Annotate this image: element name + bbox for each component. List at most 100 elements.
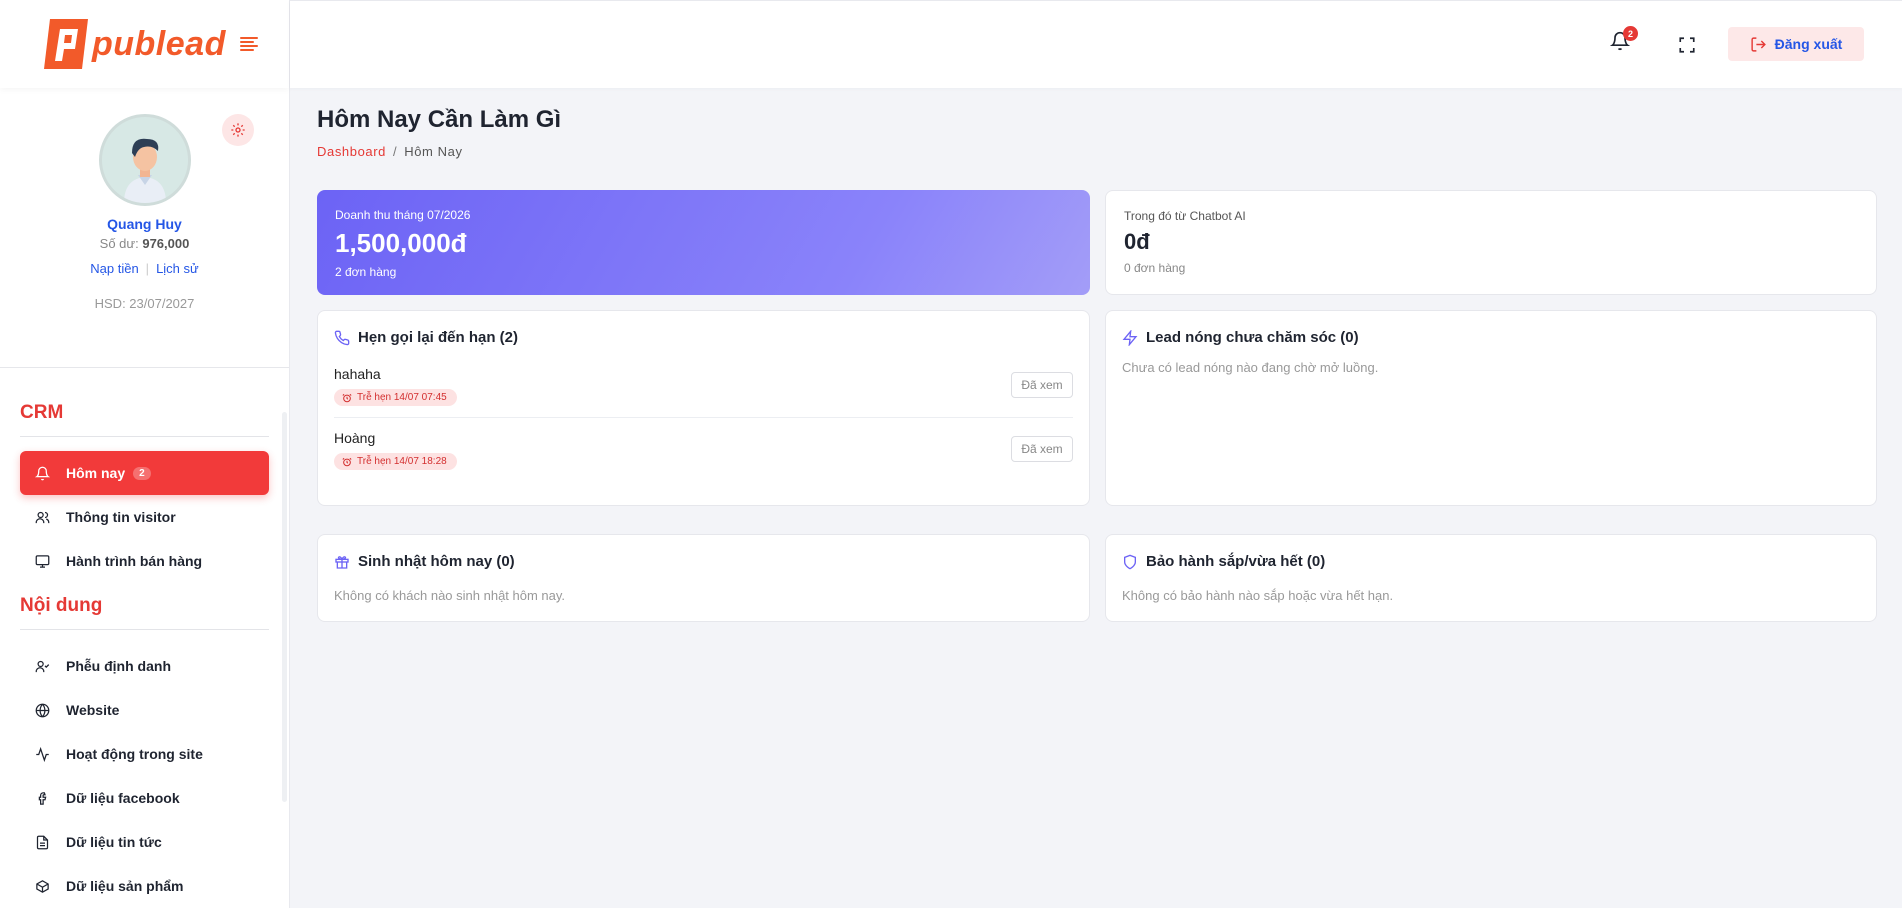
hot-leads-card-title: Lead nóng chưa chăm sóc (0) [1122, 329, 1876, 346]
sidebar-item-label: Dữ liệu sản phẩm [66, 878, 184, 894]
logo-text: publead [92, 24, 226, 63]
sidebar-item-label: Hôm nay [66, 465, 126, 481]
sidebar-item-visitor[interactable]: Thông tin visitor [20, 495, 269, 539]
overdue-text: Trễ hẹn 14/07 18:28 [357, 456, 447, 467]
callback-card: Hẹn gọi lại đến hạn (2) hahaha Trễ hẹn 1… [317, 310, 1090, 506]
sidebar-item-label: Dữ liệu facebook [66, 790, 180, 806]
bell-icon [34, 465, 50, 481]
sidebar-nav: CRM Hôm nay 2 Thông tin visitor Hành trì… [0, 390, 289, 908]
history-link[interactable]: Lịch sử [156, 261, 199, 276]
mark-seen-button[interactable]: Đã xem [1011, 372, 1073, 398]
gift-icon [335, 555, 349, 569]
logout-label: Đăng xuất [1774, 36, 1843, 52]
sidebar-item-news-data[interactable]: Dữ liệu tin tức [20, 820, 269, 864]
mark-seen-button[interactable]: Đã xem [1011, 436, 1073, 462]
callback-card-title: Hẹn gọi lại đến hạn (2) [334, 329, 1089, 346]
topup-link[interactable]: Nạp tiền [90, 261, 138, 276]
publead-logo-icon[interactable] [42, 17, 90, 71]
warranty-empty: Không có bảo hành nào sắp hoặc vừa hết h… [1122, 588, 1394, 603]
revenue-orders: 2 đơn hàng [335, 265, 397, 279]
overdue-badge: Trễ hẹn 14/07 18:28 [334, 453, 457, 470]
overdue-text: Trễ hẹn 14/07 07:45 [357, 392, 447, 403]
users-icon [34, 509, 50, 525]
breadcrumb-separator: / [393, 144, 398, 159]
breadcrumb-dashboard-link[interactable]: Dashboard [317, 144, 386, 159]
hot-leads-card: Lead nóng chưa chăm sóc (0) Chưa có lead… [1105, 310, 1877, 506]
section-title-content: Nội dung [20, 583, 269, 630]
warranty-card-title: Bảo hành sắp/vừa hết (0) [1122, 553, 1876, 570]
sidebar-item-product-data[interactable]: Dữ liệu sản phẩm [20, 864, 269, 908]
avatar[interactable] [98, 114, 191, 206]
logout-button[interactable]: Đăng xuất [1728, 27, 1864, 61]
breadcrumb: Dashboard / Hôm Nay [317, 144, 1877, 159]
chatbot-revenue-card: Trong đó từ Chatbot AI 0đ 0 đơn hàng [1105, 190, 1877, 295]
sidebar-item-label: Phễu định danh [66, 658, 171, 674]
chatbot-label: Trong đó từ Chatbot AI [1124, 209, 1246, 223]
sidebar-item-facebook-data[interactable]: Dữ liệu facebook [20, 776, 269, 820]
main-content: Hôm Nay Cần Làm Gì Dashboard / Hôm Nay Doa… [317, 88, 1877, 622]
alarm-clock-icon [342, 457, 352, 466]
logout-icon [1751, 36, 1766, 52]
sidebar-item-label: Dữ liệu tin tức [66, 834, 162, 850]
warranty-card: Bảo hành sắp/vừa hết (0) Không có bảo hà… [1105, 534, 1877, 622]
callback-list: hahaha Trễ hẹn 14/07 07:45 Đã xem Hoàng … [318, 354, 1089, 480]
notification-count-badge: 2 [1623, 26, 1638, 41]
warranty-title-text: Bảo hành sắp/vừa hết (0) [1146, 553, 1326, 570]
sidebar-item-label: Thông tin visitor [66, 509, 176, 525]
sidebar-item-identity-funnel[interactable]: Phễu định danh [20, 644, 269, 688]
revenue-label: Doanh thu tháng 07/2026 [335, 208, 471, 222]
box-icon [34, 878, 50, 894]
birthday-card: Sinh nhật hôm nay (0) Không có khách nào… [317, 534, 1090, 622]
file-text-icon [34, 834, 50, 850]
callback-title-text: Hẹn gọi lại đến hạn (2) [358, 329, 519, 346]
balance: Số dư: 976,000 [0, 236, 289, 251]
sidebar-item-label: Website [66, 702, 120, 718]
revenue-card: Doanh thu tháng 07/2026 1,500,000đ 2 đơn… [317, 190, 1090, 295]
notification-bell-icon[interactable]: 2 [1609, 26, 1638, 55]
user-check-icon [34, 658, 50, 674]
shield-icon [1124, 554, 1136, 569]
settings-gear-icon[interactable] [222, 114, 254, 146]
birthday-empty: Không có khách nào sinh nhật hôm nay. [334, 588, 566, 603]
callback-row: hahaha Trễ hẹn 14/07 07:45 Đã xem [334, 354, 1073, 417]
birthday-card-title: Sinh nhật hôm nay (0) [334, 553, 1089, 570]
hot-leads-title-text: Lead nóng chưa chăm sóc (0) [1146, 329, 1359, 346]
menu-toggle-icon[interactable] [239, 37, 258, 51]
breadcrumb-current: Hôm Nay [404, 144, 463, 159]
today-count-badge: 2 [133, 466, 151, 480]
birthday-title-text: Sinh nhật hôm nay (0) [358, 553, 515, 570]
sidebar-item-website[interactable]: Website [20, 688, 269, 732]
expiry-date: HSD: 23/07/2027 [94, 296, 195, 311]
sidebar-item-sales-journey[interactable]: Hành trình bán hàng [20, 539, 269, 583]
profile-name[interactable]: Quang Huy [0, 216, 289, 232]
sidebar-item-today[interactable]: Hôm nay 2 [20, 451, 269, 495]
sidebar-item-label: Hoạt động trong site [66, 746, 203, 762]
overdue-badge: Trễ hẹn 14/07 07:45 [334, 389, 457, 406]
facebook-icon [34, 790, 50, 806]
logo-bar: publead [0, 0, 289, 88]
fullscreen-icon[interactable] [1678, 36, 1696, 54]
lightning-icon [1122, 329, 1138, 346]
monitor-icon [34, 553, 50, 569]
hot-leads-empty: Chưa có lead nóng nào đang chờ mở luồng. [1122, 360, 1379, 375]
alarm-clock-icon [342, 393, 352, 402]
profile-links: Nạp tiền | Lịch sử [90, 261, 199, 276]
top-header: 2 Đăng xuất [290, 0, 1902, 88]
chatbot-orders: 0 đơn hàng [1124, 261, 1186, 275]
activity-icon [34, 746, 50, 762]
phone-icon [334, 330, 350, 345]
chatbot-value: 0đ [1124, 229, 1150, 254]
section-title-crm: CRM [20, 390, 269, 437]
page-title: Hôm Nay Cần Làm Gì [317, 106, 562, 133]
profile-panel: Quang Huy Số dư: 976,000 Nạp tiền | Lịch s… [0, 88, 289, 368]
revenue-value: 1,500,000đ [335, 228, 467, 258]
balance-value: 976,000 [142, 236, 190, 251]
sidebar-scrollbar[interactable] [282, 412, 287, 802]
globe-icon [34, 702, 50, 718]
callback-name[interactable]: Hoàng [334, 430, 375, 446]
callback-row: Hoàng Trễ hẹn 14/07 18:28 Đã xem [334, 417, 1073, 480]
sidebar-item-label: Hành trình bán hàng [66, 553, 203, 569]
sidebar-item-site-activity[interactable]: Hoạt động trong site [20, 732, 269, 776]
balance-label: Số dư: [99, 236, 139, 251]
callback-name[interactable]: hahaha [334, 366, 381, 382]
